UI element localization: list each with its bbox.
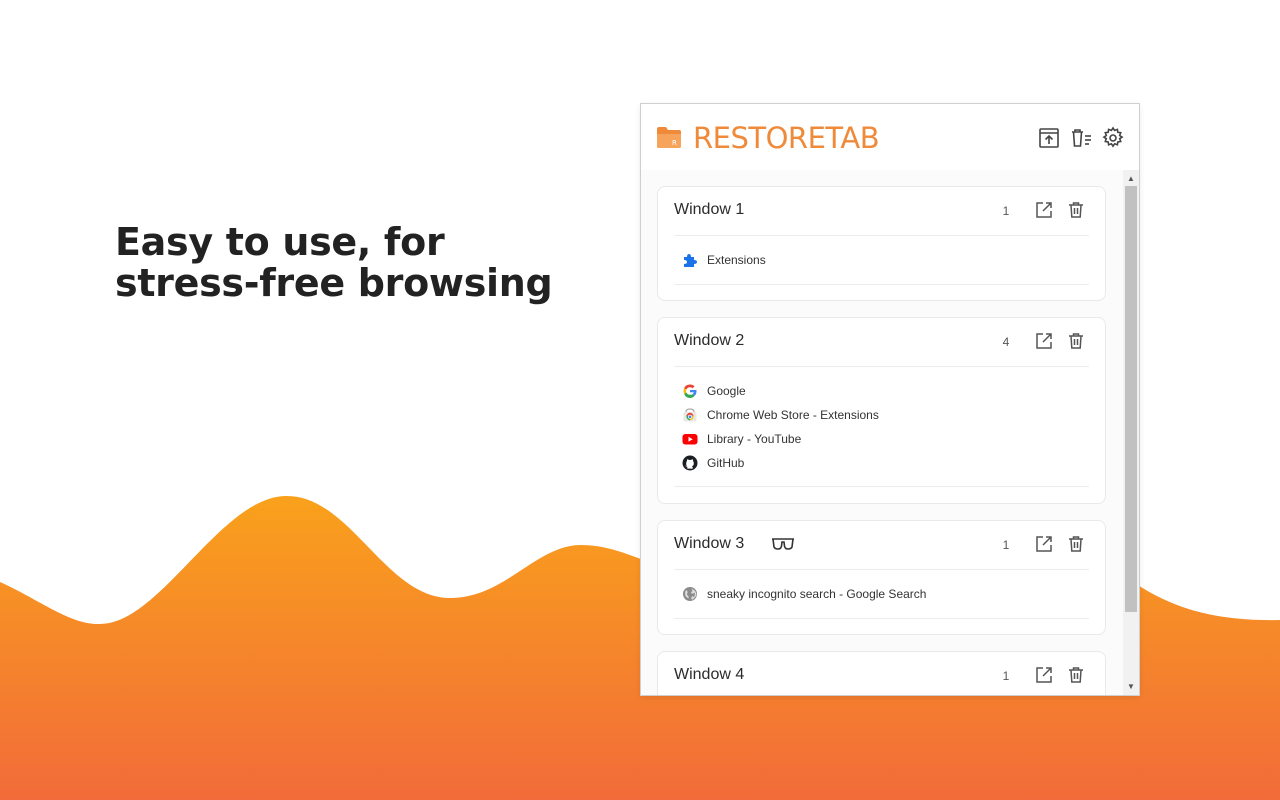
scroll-down-arrow[interactable]: ▼ bbox=[1123, 680, 1139, 694]
tab-title: Library - YouTube bbox=[707, 432, 802, 446]
delete-window-button[interactable] bbox=[1066, 200, 1086, 220]
window-card-header[interactable]: Window 3 1 bbox=[658, 521, 1105, 569]
delete-window-button[interactable] bbox=[1066, 665, 1086, 685]
open-external-icon bbox=[1036, 536, 1052, 552]
divider bbox=[674, 284, 1089, 285]
scroll-up-arrow[interactable]: ▲ bbox=[1123, 172, 1139, 186]
open-external-icon bbox=[1036, 667, 1052, 683]
open-window-button[interactable] bbox=[1034, 665, 1054, 685]
window-card-header[interactable]: Window 2 4 bbox=[658, 318, 1105, 366]
window-title: Window 3 bbox=[674, 535, 745, 552]
tab-count: 4 bbox=[1002, 335, 1010, 349]
trash-icon bbox=[1069, 202, 1083, 218]
tab-item[interactable]: Google bbox=[682, 379, 746, 403]
window-card: Window 4 1 bbox=[657, 651, 1106, 695]
popup-header: R RESTORETAB bbox=[641, 104, 1139, 171]
chrome-web-store-icon bbox=[683, 408, 697, 422]
divider bbox=[674, 366, 1089, 367]
logo-text: RESTORETAB bbox=[693, 121, 880, 155]
window-title: Window 4 bbox=[674, 666, 745, 683]
trash-icon bbox=[1069, 333, 1083, 349]
youtube-icon bbox=[682, 434, 698, 445]
window-title: Window 1 bbox=[674, 201, 745, 218]
divider bbox=[674, 569, 1089, 570]
window-card-header[interactable]: Window 1 1 bbox=[658, 187, 1105, 235]
tab-title: sneaky incognito search - Google Search bbox=[707, 587, 927, 601]
headline: Easy to use, for stress-free browsing bbox=[115, 220, 553, 305]
tab-title: Google bbox=[707, 384, 746, 398]
globe-icon bbox=[683, 587, 697, 601]
puzzle-icon bbox=[684, 254, 697, 267]
tab-item[interactable]: sneaky incognito search - Google Search bbox=[682, 582, 926, 606]
window-card-header[interactable]: Window 4 1 bbox=[658, 652, 1105, 695]
svg-text:R: R bbox=[672, 139, 677, 147]
tab-item[interactable]: Extensions bbox=[682, 248, 766, 272]
window-title: Window 2 bbox=[674, 332, 745, 349]
trash-icon bbox=[1069, 536, 1083, 552]
headline-line-1: Easy to use, for bbox=[115, 220, 445, 264]
open-window-button[interactable] bbox=[1034, 534, 1054, 554]
folder-icon: R bbox=[657, 127, 681, 148]
open-external-icon bbox=[1036, 333, 1052, 349]
tab-count: 1 bbox=[1002, 538, 1010, 552]
divider bbox=[674, 486, 1089, 487]
divider bbox=[674, 235, 1089, 236]
window-list[interactable]: Window 1 1 Extensions Window 2 4 Google … bbox=[641, 170, 1139, 695]
trash-icon bbox=[1069, 667, 1083, 683]
restoretab-popup: R RESTORETAB Window 1 1 Extensions Windo… bbox=[640, 103, 1140, 696]
open-external-icon bbox=[1036, 202, 1052, 218]
export-button[interactable] bbox=[1037, 126, 1061, 150]
scrollbar[interactable]: ▲ ▼ bbox=[1123, 170, 1139, 695]
tab-item[interactable]: Library - YouTube bbox=[682, 427, 801, 451]
trash-list-icon bbox=[1072, 129, 1091, 147]
tab-title: GitHub bbox=[707, 456, 745, 470]
incognito-glasses-icon bbox=[772, 538, 794, 550]
tab-title: Chrome Web Store - Extensions bbox=[707, 408, 879, 422]
open-window-button[interactable] bbox=[1034, 200, 1054, 220]
tab-title: Extensions bbox=[707, 253, 766, 267]
tab-item[interactable]: GitHub bbox=[682, 451, 744, 475]
export-icon bbox=[1039, 128, 1059, 148]
headline-line-2: stress-free browsing bbox=[115, 261, 553, 305]
window-card: Window 2 4 Google Chrome Web Store - Ext… bbox=[657, 317, 1106, 504]
github-icon bbox=[682, 455, 698, 471]
open-window-button[interactable] bbox=[1034, 331, 1054, 351]
settings-button[interactable] bbox=[1101, 126, 1125, 150]
window-card: Window 1 1 Extensions bbox=[657, 186, 1106, 301]
scroll-thumb[interactable] bbox=[1125, 186, 1137, 612]
tab-count: 1 bbox=[1002, 204, 1010, 218]
clear-all-button[interactable] bbox=[1069, 126, 1093, 150]
google-icon bbox=[683, 384, 697, 398]
tab-item[interactable]: Chrome Web Store - Extensions bbox=[682, 403, 879, 427]
window-card: Window 3 1 sneaky incognito search - Goo… bbox=[657, 520, 1106, 635]
gear-icon bbox=[1102, 126, 1124, 148]
delete-window-button[interactable] bbox=[1066, 331, 1086, 351]
divider bbox=[674, 618, 1089, 619]
delete-window-button[interactable] bbox=[1066, 534, 1086, 554]
tab-count: 1 bbox=[1002, 669, 1010, 683]
